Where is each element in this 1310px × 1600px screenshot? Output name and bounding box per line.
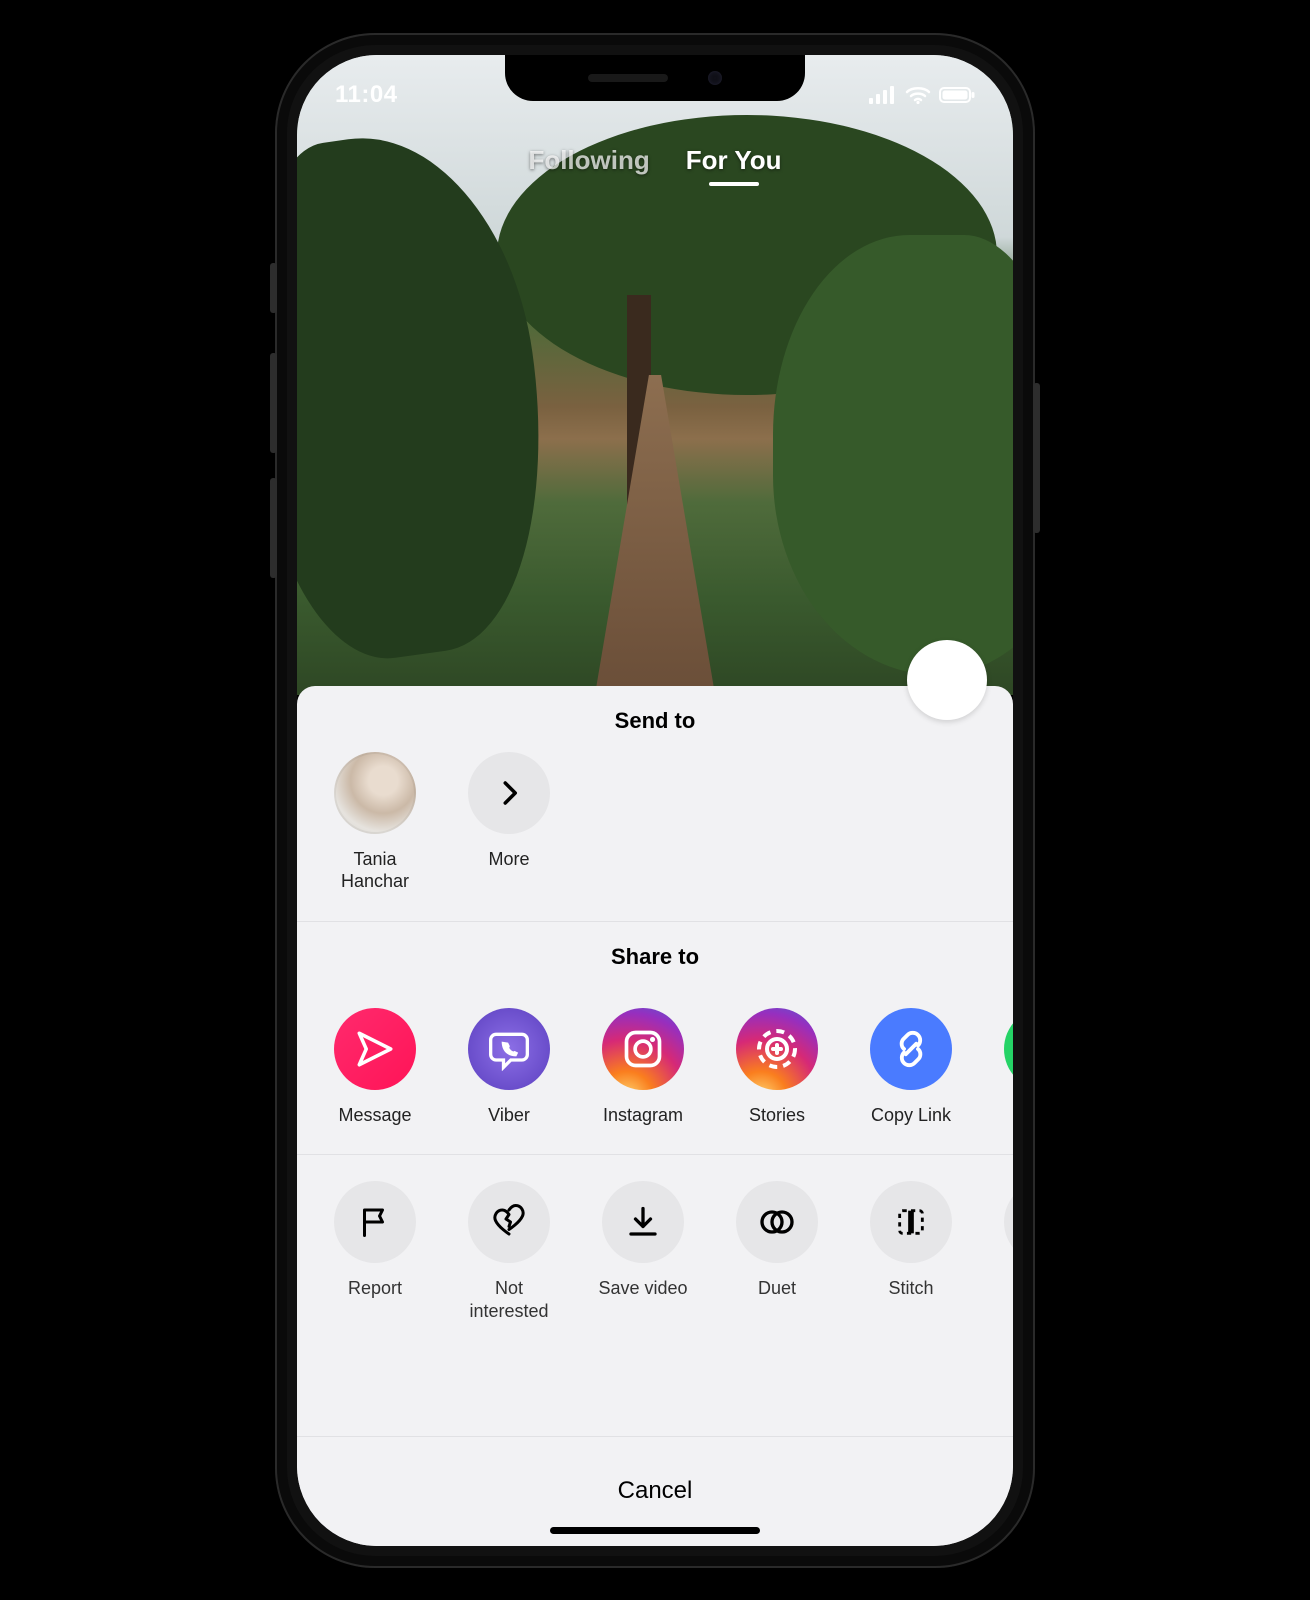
home-indicator[interactable] — [550, 1527, 760, 1534]
share-to-row: Message Viber Instagram — [297, 988, 1013, 1155]
profile-avatar-peek[interactable] — [907, 640, 987, 720]
contact-name: Tania Hanchar — [325, 848, 425, 893]
share-whatsapp[interactable]: Wh — [995, 1008, 1013, 1127]
mute-switch — [270, 263, 277, 313]
share-label: Message — [338, 1104, 411, 1127]
action-label: Duet — [758, 1277, 796, 1300]
action-label: Stitch — [888, 1277, 933, 1300]
tab-following[interactable]: Following — [528, 145, 649, 176]
share-stories[interactable]: Stories — [727, 1008, 827, 1127]
send-to-title: Send to — [297, 686, 1013, 752]
send-to-more[interactable]: More — [459, 752, 559, 893]
link-icon — [870, 1008, 952, 1090]
send-to-contact[interactable]: Tania Hanchar — [325, 752, 425, 893]
download-icon — [602, 1181, 684, 1263]
device-frame: 11:04 Following — [275, 33, 1035, 1568]
share-label: Stories — [749, 1104, 805, 1127]
notch — [505, 55, 805, 101]
contact-avatar — [334, 752, 416, 834]
message-icon — [334, 1008, 416, 1090]
action-label: Report — [348, 1277, 402, 1300]
wifi-icon — [905, 86, 931, 104]
action-stitch[interactable]: Stitch — [861, 1181, 961, 1322]
more-contacts-button — [468, 752, 550, 834]
share-instagram[interactable]: Instagram — [593, 1008, 693, 1127]
action-duet[interactable]: Duet — [727, 1181, 827, 1322]
share-label: Instagram — [603, 1104, 683, 1127]
send-to-row: Tania Hanchar More — [297, 752, 1013, 921]
action-report[interactable]: Report — [325, 1181, 425, 1322]
share-label: Viber — [488, 1104, 530, 1127]
volume-up-button — [270, 353, 277, 453]
broken-heart-icon — [468, 1181, 550, 1263]
speaker-grille — [588, 74, 668, 82]
status-indicators — [869, 86, 975, 104]
action-add-favorites[interactable]: A Fa — [995, 1181, 1013, 1322]
battery-icon — [939, 86, 975, 104]
share-viber[interactable]: Viber — [459, 1008, 559, 1127]
stories-icon — [736, 1008, 818, 1090]
status-time: 11:04 — [335, 81, 398, 109]
viber-icon — [468, 1008, 550, 1090]
screen: 11:04 Following — [297, 55, 1013, 1546]
cellular-icon — [869, 86, 897, 104]
bookmark-icon — [1004, 1181, 1013, 1263]
front-camera — [708, 71, 722, 85]
tab-for-you[interactable]: For You — [686, 145, 782, 176]
stitch-icon — [870, 1181, 952, 1263]
share-to-title: Share to — [297, 922, 1013, 988]
power-button — [1033, 383, 1040, 533]
action-label: Not interested — [459, 1277, 559, 1322]
whatsapp-icon — [1004, 1008, 1013, 1090]
action-label: Save video — [598, 1277, 687, 1300]
actions-row: Report Not interested Save video — [297, 1155, 1013, 1350]
cancel-button[interactable]: Cancel — [618, 1477, 693, 1505]
duet-icon — [736, 1181, 818, 1263]
flag-icon — [334, 1181, 416, 1263]
action-save-video[interactable]: Save video — [593, 1181, 693, 1322]
volume-down-button — [270, 478, 277, 578]
action-not-interested[interactable]: Not interested — [459, 1181, 559, 1322]
share-sheet: Send to Tania Hanchar More Share to — [297, 686, 1013, 1546]
share-label: Copy Link — [871, 1104, 951, 1127]
chevron-right-icon — [494, 778, 524, 808]
instagram-icon — [602, 1008, 684, 1090]
share-copy-link[interactable]: Copy Link — [861, 1008, 961, 1127]
share-message[interactable]: Message — [325, 1008, 425, 1127]
feed-tabs: Following For You — [297, 145, 1013, 176]
more-label: More — [488, 848, 529, 871]
